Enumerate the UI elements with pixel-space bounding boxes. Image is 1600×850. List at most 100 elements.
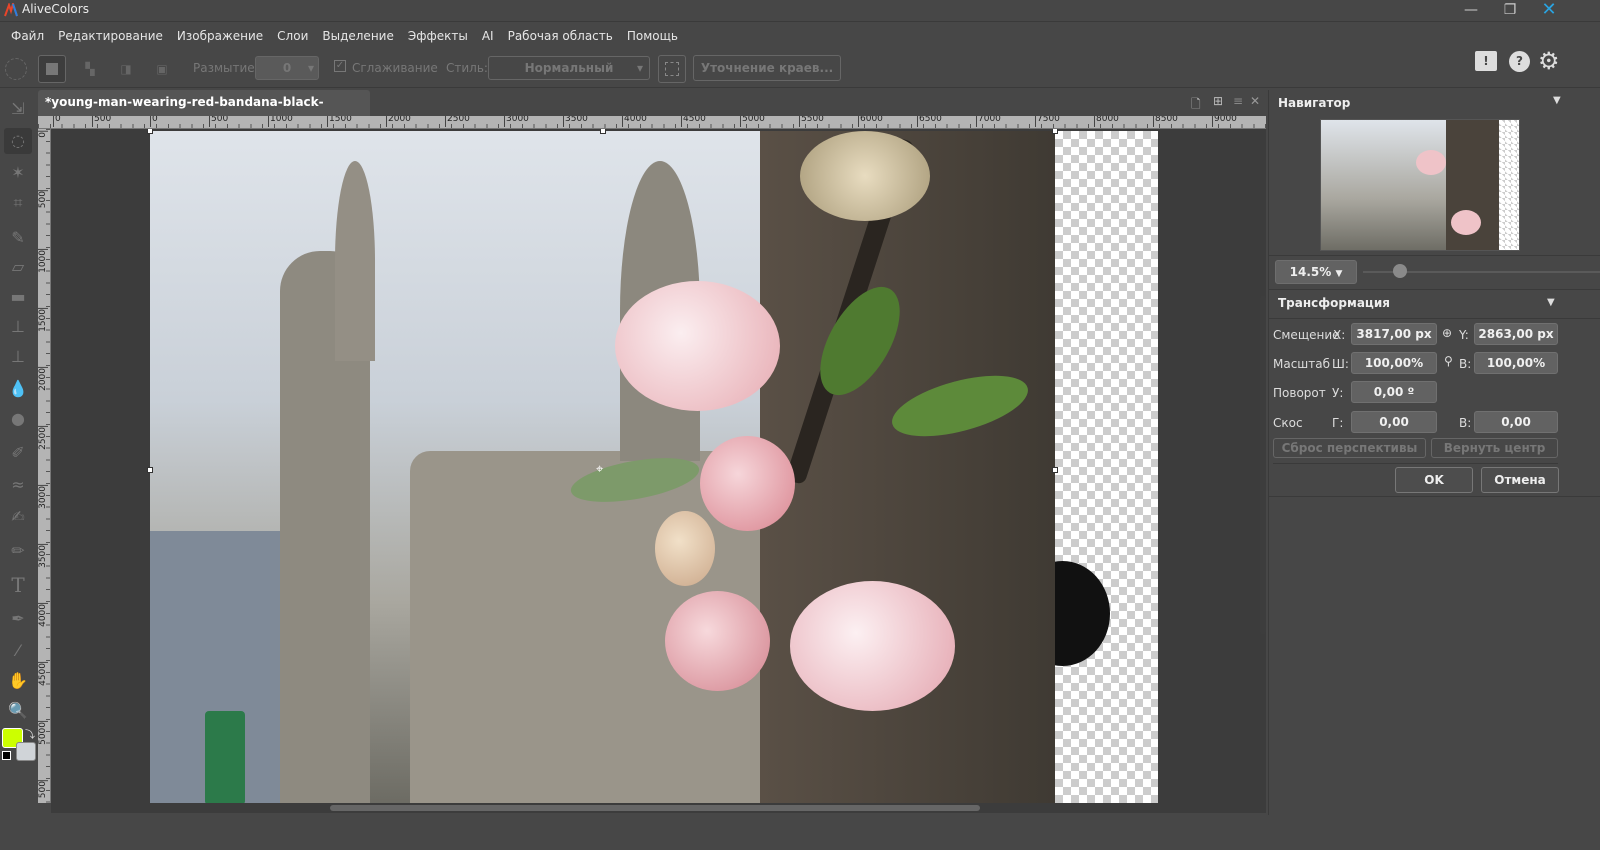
crop-tool-icon[interactable]: ⌗	[4, 190, 32, 216]
transform-handle[interactable]	[1052, 129, 1058, 134]
menu-effects[interactable]: Эффекты	[401, 29, 475, 43]
brush-tool-icon[interactable]: ✎	[4, 225, 32, 251]
add-selection-mode-button[interactable]: ▚	[76, 55, 104, 83]
ellipse-selection-icon[interactable]	[5, 58, 27, 80]
tile-view-icon[interactable]: ⊞	[1213, 94, 1223, 108]
ellipse-select-tool-icon[interactable]: ◌	[4, 128, 32, 154]
cancel-button[interactable]: Отмена	[1481, 467, 1559, 493]
feedback-icon[interactable]: !	[1475, 51, 1497, 71]
offset-y-input[interactable]: 2863,00 px	[1474, 323, 1558, 345]
y-label: Y:	[1459, 328, 1469, 342]
dodge-tool-icon[interactable]: ●	[4, 406, 32, 432]
ruler-label: 7500	[1035, 116, 1060, 127]
menu-edit[interactable]: Редактирование	[51, 29, 170, 43]
document-icon[interactable]: 🗋	[1191, 95, 1201, 116]
ruler-label: 2000	[386, 116, 411, 127]
smudge-tool-icon[interactable]: ✐	[4, 440, 32, 466]
toolbox: ⇲ ◌ ✶ ⌗ ✎ ▱ ▬ ⊥ ⊥ 💧 ● ✐ ≈ ✍ ✏ T ✒ ⁄ ✋ 🔍 …	[0, 90, 36, 810]
smooth-checkbox[interactable]: ✓	[334, 60, 346, 72]
green-object	[205, 711, 245, 803]
ruler-label: 1000	[268, 116, 293, 127]
document-tab[interactable]: *young-man-wearing-red-bandana-black-shi…	[38, 90, 370, 133]
ruler-label: 6000	[858, 116, 883, 127]
healing-stamp-tool-icon[interactable]: ⊥	[4, 344, 32, 370]
scale-width-input[interactable]: 100,00%	[1351, 352, 1437, 374]
ruler-label: 1500	[38, 308, 48, 332]
scale-height-input[interactable]: 100,00%	[1474, 352, 1558, 374]
horizontal-scrollbar-thumb[interactable]	[330, 805, 980, 811]
menu-file[interactable]: Файл	[4, 29, 51, 43]
menu-select[interactable]: Выделение	[315, 29, 400, 43]
transform-handle[interactable]	[147, 467, 153, 473]
transform-handle[interactable]	[1052, 467, 1058, 473]
transform-title: Трансформация	[1278, 296, 1390, 310]
clone-stamp-tool-icon[interactable]: ⊥	[4, 314, 32, 340]
close-button[interactable]: ✕	[1534, 0, 1564, 22]
eyedropper-tool-icon[interactable]: ⁄	[4, 638, 32, 664]
restore-button[interactable]: ❐	[1495, 0, 1525, 22]
magic-wand-tool-icon[interactable]: ✶	[4, 160, 32, 186]
hand-tool-icon[interactable]: ✋	[4, 668, 32, 694]
eraser-tool-icon[interactable]: ▱	[4, 254, 32, 280]
navigator-thumbnail[interactable]	[1320, 119, 1520, 251]
canvas-area[interactable]: ⌖	[51, 129, 1266, 803]
style-dropdown[interactable]: Нормальный ▾	[488, 56, 650, 80]
height-label: В:	[1459, 357, 1472, 371]
move-tool-icon[interactable]: ⇲	[4, 96, 32, 122]
settings-gear-icon[interactable]: ⚙	[1538, 47, 1560, 75]
rotate-angle-input[interactable]: 0,00 º	[1351, 381, 1437, 403]
default-colors-icon[interactable]	[2, 751, 11, 760]
zoom-slider-thumb[interactable]	[1393, 264, 1407, 278]
intersect-selection-mode-button[interactable]: ▣	[148, 55, 176, 83]
blur-dropdown[interactable]: 0 ▾	[255, 56, 319, 80]
subtract-selection-mode-button[interactable]: ◨	[112, 55, 140, 83]
ruler-label: 3000	[38, 485, 48, 509]
help-icon[interactable]: ?	[1509, 51, 1530, 72]
zoom-dropdown[interactable]: 14.5% ▼	[1275, 260, 1357, 284]
restore-center-button[interactable]: Вернуть центр	[1431, 438, 1558, 458]
text-tool-icon[interactable]: T	[4, 572, 32, 598]
list-menu-icon[interactable]: ≡	[1233, 94, 1243, 108]
panel-scrollbar[interactable]	[1260, 295, 1266, 635]
ok-button[interactable]: OK	[1395, 467, 1473, 493]
refine-edges-button[interactable]: Уточнение краев...	[693, 55, 841, 81]
marker-tool-icon[interactable]: ✏	[4, 538, 32, 564]
menu-workspace[interactable]: Рабочая область	[501, 29, 620, 43]
pen-tool-icon[interactable]: ✒	[4, 606, 32, 632]
link-proportions-icon[interactable]: ⚲	[1444, 354, 1453, 368]
offset-x-input[interactable]: 3817,00 px	[1351, 323, 1437, 345]
swap-colors-icon[interactable]: ⤵	[25, 726, 35, 741]
skew-vertical-input[interactable]: 0,00	[1474, 411, 1558, 433]
menu-image[interactable]: Изображение	[170, 29, 270, 43]
transform-collapse-icon[interactable]: ▼	[1547, 297, 1555, 308]
anchor-icon[interactable]: ⊕	[1442, 326, 1452, 340]
ruler-label: 5000	[38, 721, 48, 745]
transform-handle[interactable]	[147, 129, 153, 134]
blur-tool-icon[interactable]: 💧	[4, 376, 32, 402]
ruler-label: 4500	[38, 662, 48, 686]
menu-ai[interactable]: AI	[475, 29, 501, 43]
ruler-label: 9000	[1212, 116, 1237, 127]
flower	[790, 581, 955, 711]
skew-horizontal-input[interactable]: 0,00	[1351, 411, 1437, 433]
zoom-tool-icon[interactable]: 🔍	[4, 698, 32, 724]
background-color-swatch[interactable]	[16, 742, 36, 761]
transform-handle[interactable]	[600, 129, 606, 134]
minimize-button[interactable]: —	[1456, 0, 1486, 22]
reset-perspective-button[interactable]: Сброс перспективы	[1273, 438, 1426, 458]
selection-frame-button[interactable]	[658, 55, 686, 83]
skew-label: Скос	[1273, 416, 1303, 430]
close-document-icon[interactable]: ✕	[1250, 94, 1260, 108]
gradient-tool-icon[interactable]: ▬	[4, 284, 32, 310]
new-selection-mode-button[interactable]	[38, 55, 66, 83]
distortion-tool-icon[interactable]: ≈	[4, 472, 32, 498]
menu-help[interactable]: Помощь	[620, 29, 685, 43]
menu-layers[interactable]: Слои	[270, 29, 315, 43]
zoom-value: 14.5%	[1289, 265, 1332, 279]
transform-center-icon[interactable]: ⌖	[596, 462, 603, 477]
app-logo-icon	[4, 3, 18, 17]
style-label: Стиль:	[446, 61, 488, 75]
fx-brush-tool-icon[interactable]: ✍	[4, 504, 32, 530]
flower-bud	[665, 591, 770, 691]
navigator-collapse-icon[interactable]: ▼	[1553, 95, 1561, 106]
